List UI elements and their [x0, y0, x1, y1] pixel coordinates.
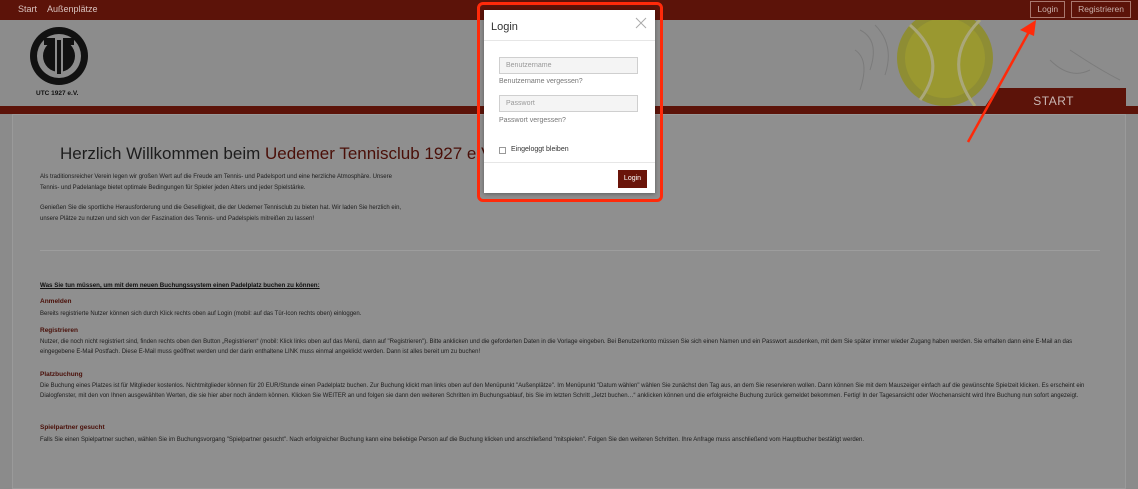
intro-line: Tennis- und Padelanlage bietet optimale … — [40, 184, 306, 191]
section-title: Platzbuchung — [40, 371, 83, 378]
section-title: Anmelden — [40, 298, 72, 305]
section-text: Nutzer, die noch nicht registriert sind,… — [40, 339, 1073, 355]
intro-line: Als traditionsreicher Verein legen wir g… — [40, 174, 392, 180]
intro-paragraph-2: Genießen Sie die sportliche Herausforder… — [40, 203, 480, 224]
nav-start[interactable]: Start — [18, 4, 37, 14]
intro-paragraph-1: Als traditionsreicher Verein legen wir g… — [40, 172, 480, 193]
page-title: Herzlich Willkommen beim Uedemer Tennisc… — [60, 144, 496, 164]
highlight-frame — [477, 2, 663, 202]
nav-aussenplaetze[interactable]: Außenplätze — [47, 4, 98, 14]
guide-heading: Was Sie tun müssen, um mit dem neuen Buc… — [40, 282, 320, 289]
intro-line: unsere Plätze zu nutzen und sich von der… — [40, 215, 315, 222]
section-text: Bereits registrierte Nutzer können sich … — [40, 311, 362, 317]
section-text: Falls Sie einen Spielpartner suchen, wäh… — [40, 437, 865, 443]
section-title: Spielpartner gesucht — [40, 424, 105, 431]
intro-line: Genießen Sie die sportliche Herausforder… — [40, 205, 402, 211]
account-menu: Login Registrieren — [1030, 1, 1131, 18]
title-club: Uedemer Tennisclub 1927 e.V. — [264, 144, 496, 163]
login-button[interactable]: Login — [1030, 1, 1066, 18]
main-menu: Start Außenplätze — [18, 4, 98, 14]
logo-caption: UTC 1927 e.V. — [36, 90, 79, 97]
title-prefix: Herzlich Willkommen beim — [60, 144, 265, 163]
register-button[interactable]: Registrieren — [1071, 1, 1131, 18]
divider — [40, 250, 1100, 251]
section-title: Registrieren — [40, 327, 78, 334]
club-logo[interactable] — [24, 26, 94, 96]
section-text: Die Buchung eines Platzes ist für Mitgli… — [40, 383, 1085, 399]
